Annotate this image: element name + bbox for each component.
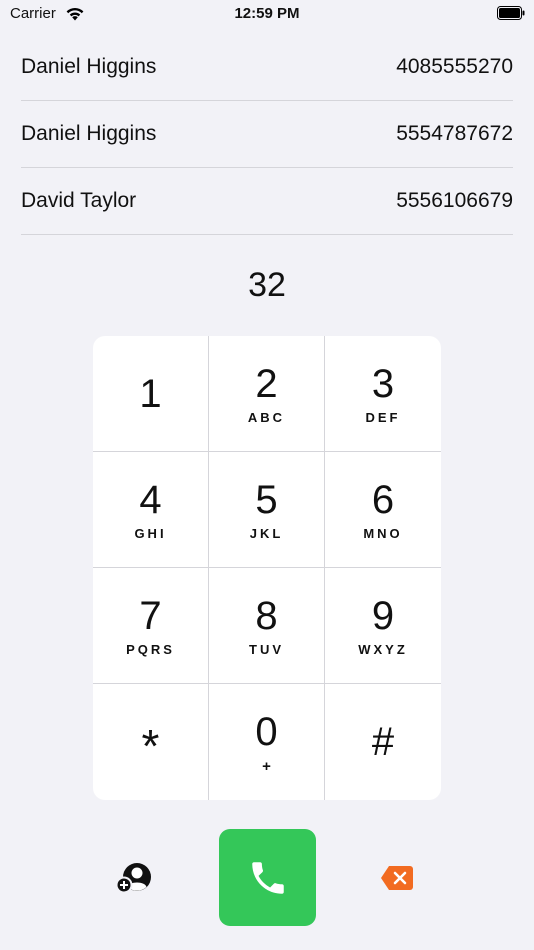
contact-suggestion-list: Daniel Higgins 4085555270 Daniel Higgins… <box>21 34 513 235</box>
key-3[interactable]: 3 DEF <box>325 336 441 452</box>
key-2[interactable]: 2 ABC <box>209 336 325 452</box>
key-digit: 1 <box>139 371 162 416</box>
key-letters: DEF <box>365 409 401 425</box>
add-contact-icon[interactable] <box>113 860 153 896</box>
key-letters: GHI <box>134 525 167 541</box>
contact-number: 4085555270 <box>396 55 513 78</box>
contact-name: David Taylor <box>21 189 137 212</box>
key-digit: 7 <box>139 593 162 638</box>
key-digit: 8 <box>255 593 278 638</box>
key-digit: * <box>141 720 160 772</box>
key-digit: 4 <box>139 477 162 522</box>
status-time: 12:59 PM <box>234 5 300 22</box>
key-digit: 6 <box>371 477 395 522</box>
battery-icon <box>497 6 525 20</box>
key-letters: TUV <box>249 641 284 657</box>
key-letters: ABC <box>247 409 286 425</box>
key-digit: 9 <box>371 593 395 638</box>
contact-number: 5556106679 <box>396 189 513 212</box>
key-letters: MNO <box>363 525 403 541</box>
key-digit: # <box>371 720 395 764</box>
contact-row[interactable]: Daniel Higgins 5554787672 <box>21 101 513 168</box>
dial-keypad: 1 2 ABC 3 DEF 4 GHI 5 JKL 6 MNO 7 PQRS 8… <box>93 336 441 800</box>
contact-row[interactable]: Daniel Higgins 4085555270 <box>21 34 513 101</box>
key-hash[interactable]: # <box>325 684 441 800</box>
key-letters: WXYZ <box>358 641 408 657</box>
key-letters: JKL <box>249 525 284 541</box>
contact-name: Daniel Higgins <box>21 122 157 145</box>
key-star[interactable]: * <box>93 684 209 800</box>
key-7[interactable]: 7 PQRS <box>93 568 209 684</box>
key-9[interactable]: 9 WXYZ <box>325 568 441 684</box>
key-digit: 2 <box>255 361 278 406</box>
key-8[interactable]: 8 TUV <box>209 568 325 684</box>
call-button[interactable] <box>219 829 316 926</box>
key-letters: PQRS <box>126 641 175 657</box>
key-digit: 3 <box>371 361 395 406</box>
contact-name: Daniel Higgins <box>21 55 157 78</box>
key-1[interactable]: 1 <box>93 336 209 452</box>
delete-backspace-icon[interactable] <box>380 865 414 891</box>
key-0[interactable]: 0 + <box>209 684 325 800</box>
key-digit: 0 <box>255 710 278 754</box>
key-letters: + <box>262 758 271 775</box>
dialed-number-display: 32 <box>248 266 286 304</box>
status-bar: Carrier 12:59 PM <box>0 0 534 30</box>
key-digit: 5 <box>255 477 278 522</box>
phone-icon <box>251 861 284 894</box>
key-6[interactable]: 6 MNO <box>325 452 441 568</box>
contact-number: 5554787672 <box>396 122 513 145</box>
key-4[interactable]: 4 GHI <box>93 452 209 568</box>
contact-row[interactable]: David Taylor 5556106679 <box>21 168 513 235</box>
key-5[interactable]: 5 JKL <box>209 452 325 568</box>
